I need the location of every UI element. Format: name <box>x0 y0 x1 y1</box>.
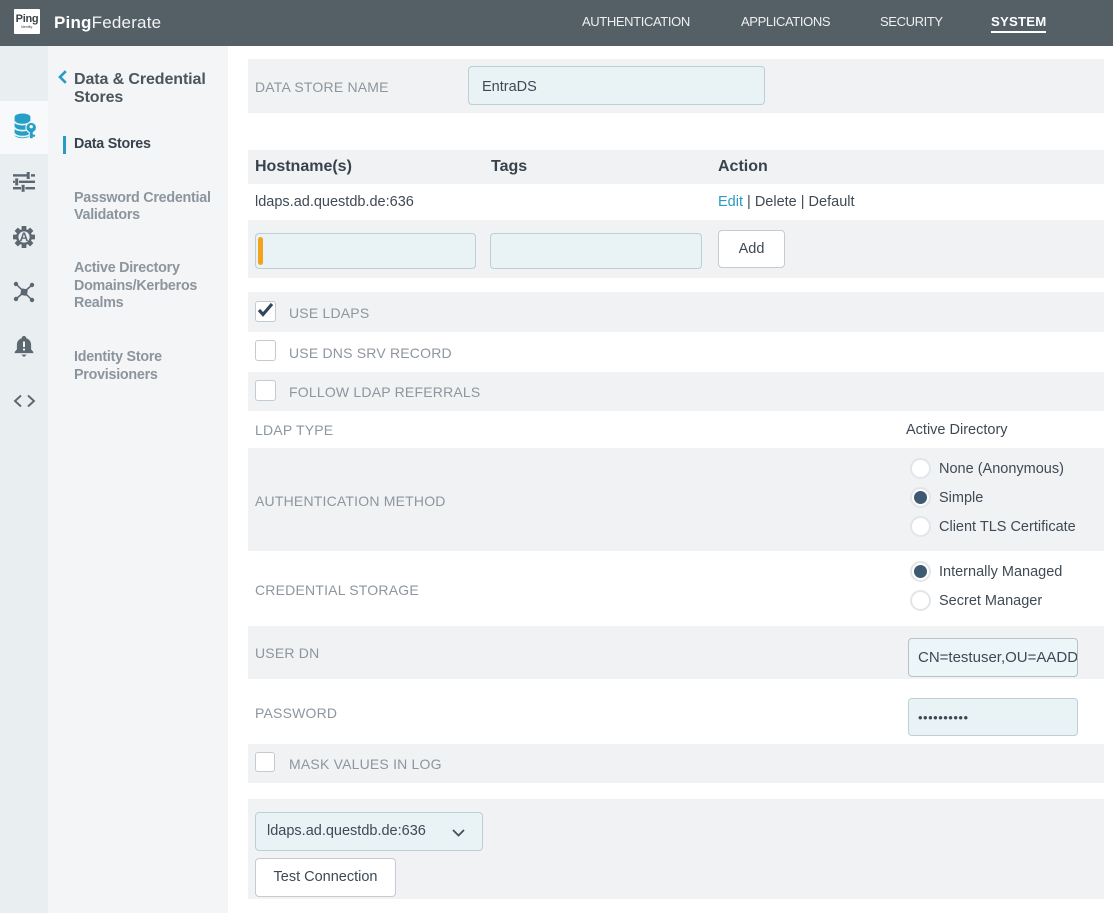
svg-text:A: A <box>20 230 29 244</box>
